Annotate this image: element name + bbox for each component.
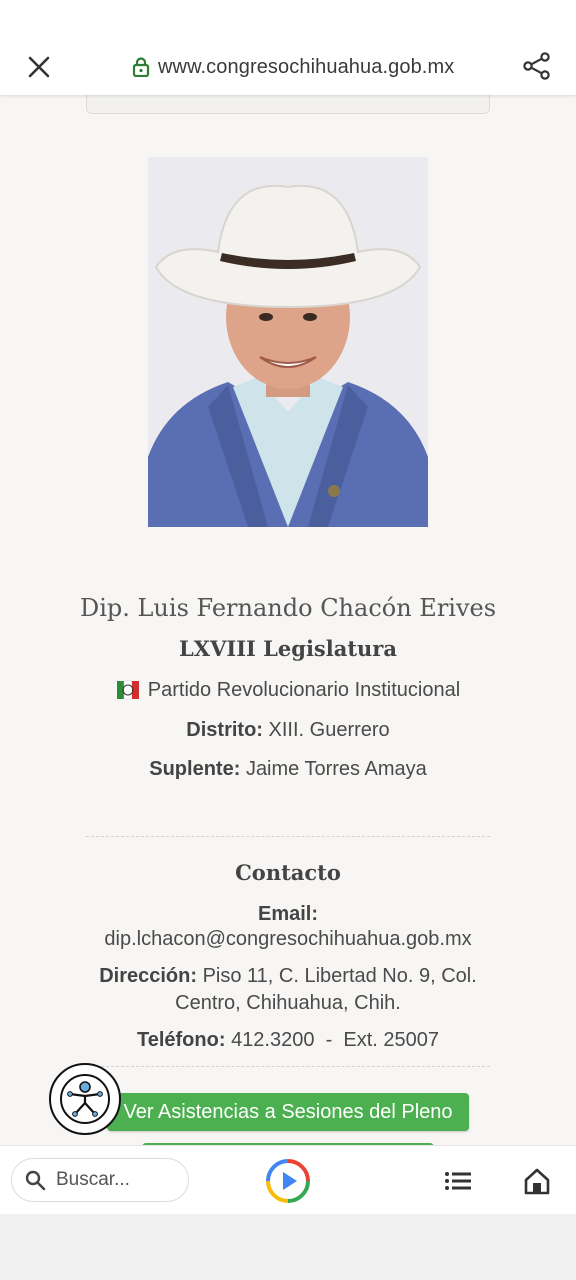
- direccion-line1: Piso 11, C. Libertad No. 9, Col.: [202, 965, 477, 987]
- suplente-value: Jaime Torres Amaya: [245, 758, 427, 780]
- deputy-name: Dip. Luis Fernando Chacón Erives: [79, 594, 497, 622]
- accessibility-button[interactable]: [49, 1063, 121, 1135]
- suplente-row: Suplente: Jaime Torres Amaya: [0, 758, 576, 781]
- distrito-label: Distrito:: [186, 719, 263, 741]
- browser-top-bar: www.congresochihuahua.gob.mx: [0, 0, 576, 95]
- lock-icon: [132, 57, 150, 77]
- email-label: Email:: [257, 903, 319, 925]
- email-value[interactable]: dip.lchacon@congresochihuahua.gob.mx: [0, 928, 576, 951]
- list-icon[interactable]: [444, 1169, 472, 1193]
- url-bar[interactable]: www.congresochihuahua.gob.mx: [132, 52, 454, 82]
- pri-logo-icon: [116, 680, 139, 700]
- distrito-row: Distrito: XIII. Guerrero: [0, 719, 576, 742]
- home-icon[interactable]: [522, 1166, 552, 1196]
- direccion-row: Dirección: Piso 11, C. Libertad No. 9, C…: [0, 965, 576, 988]
- divider: [86, 836, 490, 837]
- suplente-label: Suplente:: [149, 758, 241, 780]
- search-placeholder: Buscar...: [56, 1169, 130, 1190]
- play-logo-icon[interactable]: [266, 1159, 310, 1203]
- telefono-row: Teléfono: 412.3200 - Ext. 25007: [0, 1029, 576, 1052]
- distrito-value: XIII. Guerrero: [268, 719, 390, 741]
- legislatura-label: LXVIII Legislatura: [179, 636, 397, 661]
- search-icon: [25, 1170, 46, 1191]
- accessibility-icon: [60, 1074, 110, 1124]
- asistencias-button[interactable]: Ver Asistencias a Sesiones del Pleno: [107, 1093, 469, 1131]
- email-label-row: Email:: [0, 903, 576, 926]
- divider: [86, 1066, 490, 1067]
- contact-title: Contacto: [235, 860, 341, 885]
- system-nav-area: [0, 1213, 576, 1280]
- url-text: www.congresochihuahua.gob.mx: [158, 55, 455, 78]
- collapsed-card: [86, 95, 490, 114]
- direccion-label: Dirección:: [99, 965, 198, 987]
- deputy-photo: [148, 157, 428, 527]
- party-name: Partido Revolucionario Institucional: [147, 678, 461, 701]
- party-row: Partido Revolucionario Institucional: [0, 678, 576, 702]
- share-icon[interactable]: [522, 51, 552, 81]
- bottom-toolbar: Buscar...: [0, 1145, 576, 1214]
- close-icon[interactable]: [26, 54, 52, 80]
- telefono-value: 412.3200 - Ext. 25007: [231, 1029, 439, 1051]
- telefono-label: Teléfono:: [136, 1029, 226, 1051]
- direccion-line2: Centro, Chihuahua, Chih.: [175, 992, 401, 1014]
- search-input[interactable]: Buscar...: [11, 1158, 189, 1202]
